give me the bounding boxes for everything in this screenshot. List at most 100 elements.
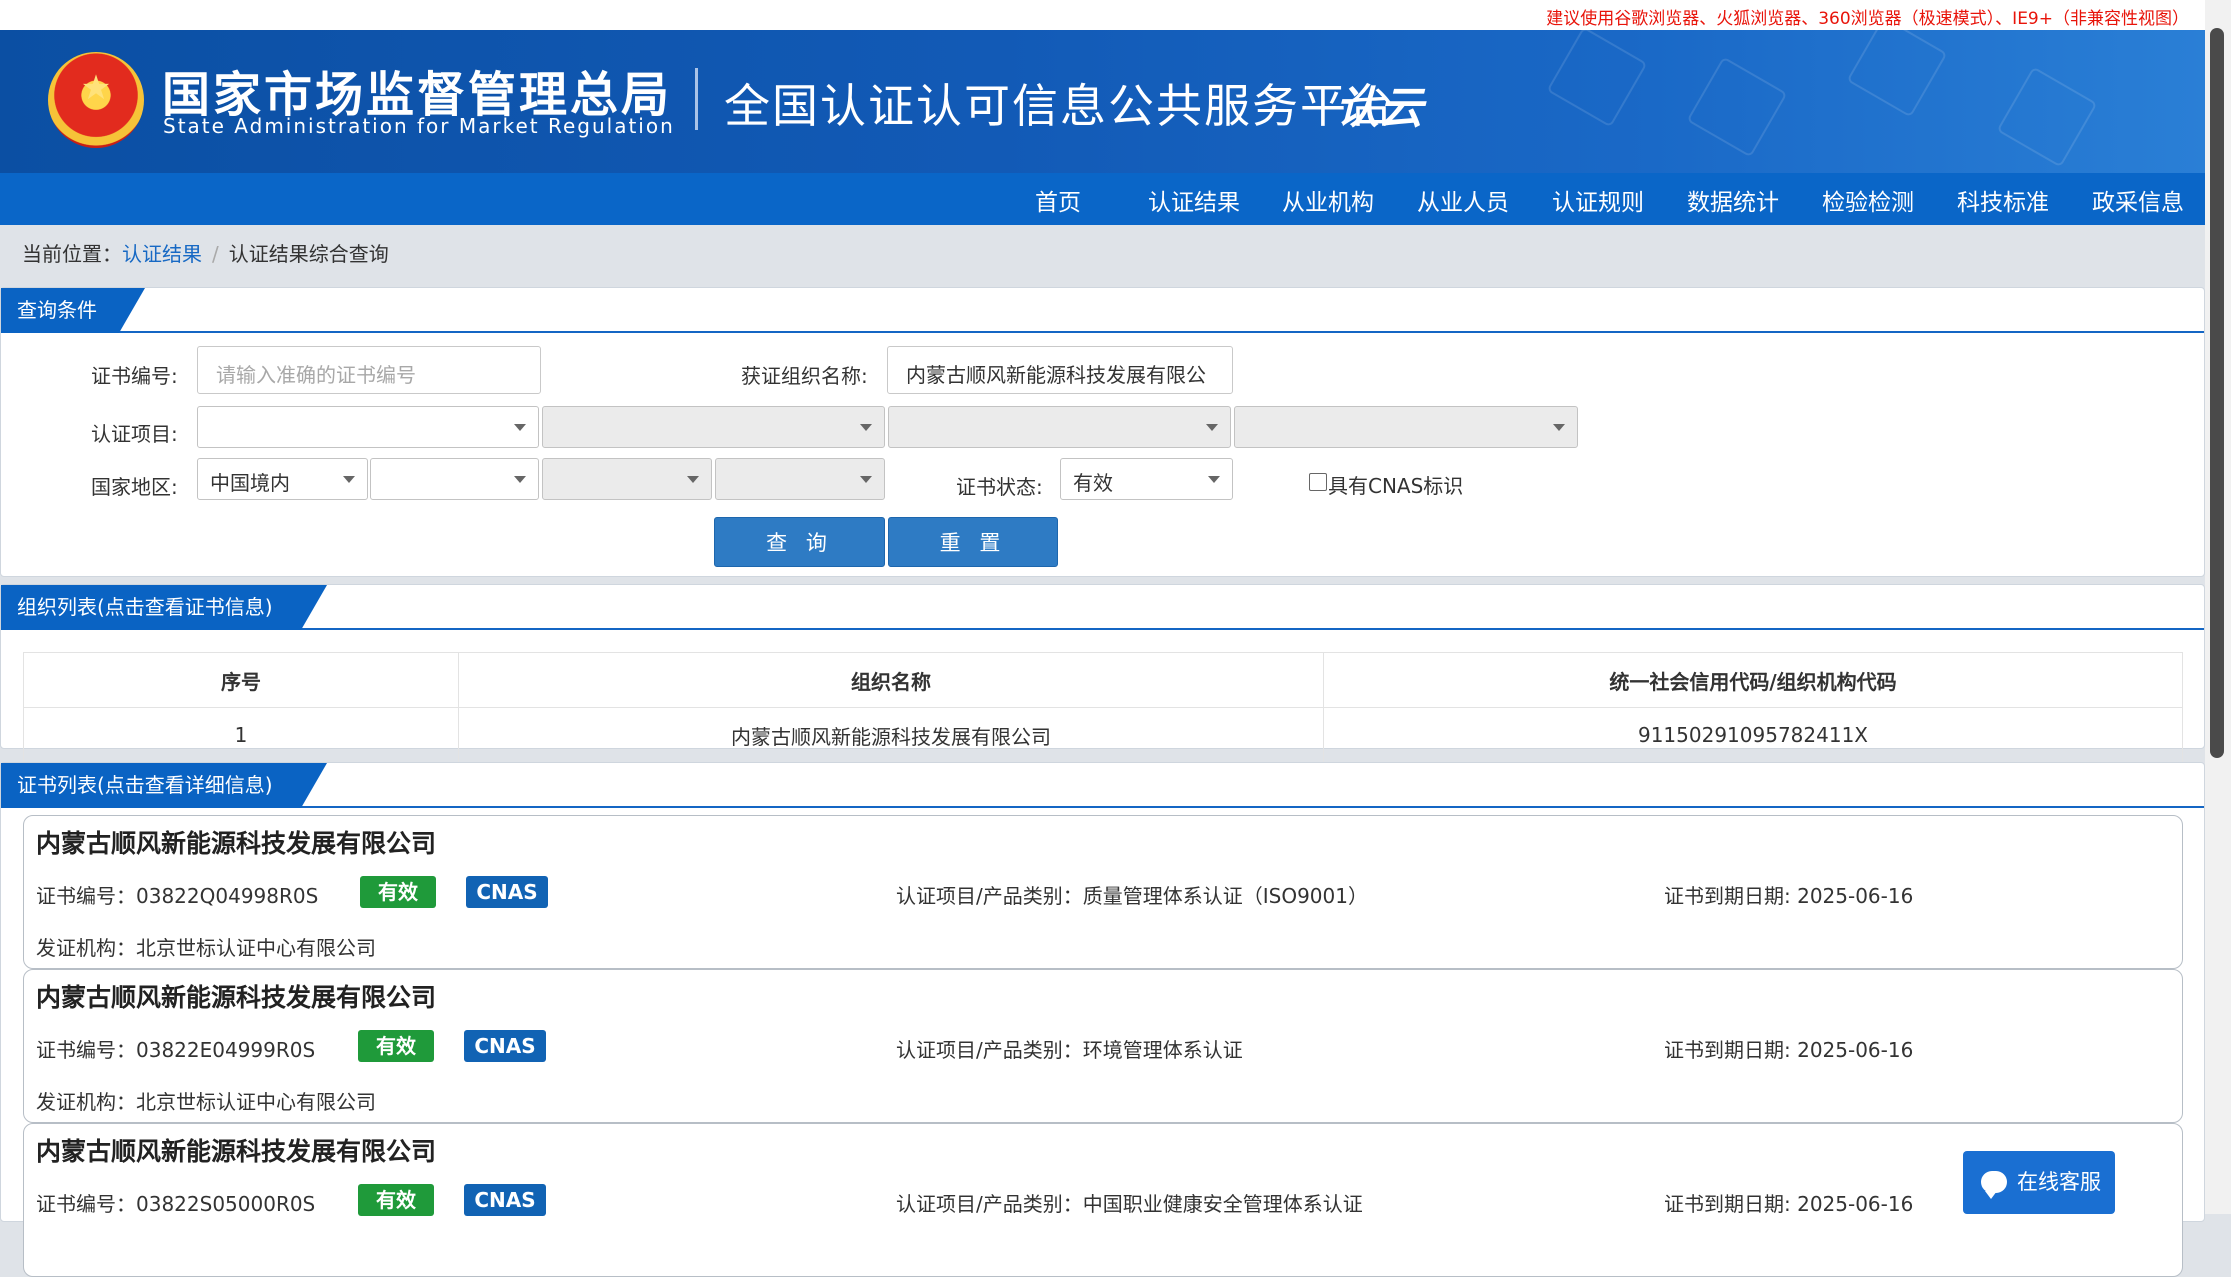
cert-list-header: 证书列表(点击查看详细信息) xyxy=(1,763,2204,808)
chevron-down-icon xyxy=(514,424,526,431)
status-badge: 有效 xyxy=(360,876,436,908)
row-credit-code: 91150291095782411X xyxy=(1323,707,2183,763)
chevron-down-icon xyxy=(1206,424,1218,431)
query-panel: 查询条件 证书编号: 请输入准确的证书编号 获证组织名称: 内蒙古顺风新能源科技… xyxy=(0,287,2205,577)
col-index: 序号 xyxy=(23,652,459,708)
site-header: ★ 国家市场监督管理总局 State Administration for Ma… xyxy=(0,30,2205,173)
project-select-4[interactable] xyxy=(1234,406,1578,448)
search-button[interactable]: 查 询 xyxy=(714,517,885,567)
region-select-district[interactable] xyxy=(715,458,885,500)
cert-card[interactable]: 内蒙古顺风新能源科技发展有限公司 证书编号：03822Q04998R0S 有效 … xyxy=(23,815,2183,969)
renyun-logo: 认云 xyxy=(1335,83,1423,134)
breadcrumb-link[interactable]: 认证结果 xyxy=(122,242,202,266)
col-org-name: 组织名称 xyxy=(458,652,1324,708)
cert-issuer: 发证机构：北京世标认证中心有限公司 xyxy=(36,936,376,960)
header-divider xyxy=(695,68,698,130)
status-select[interactable]: 有效 xyxy=(1060,458,1233,500)
nav-procurement[interactable]: 政采信息 xyxy=(2092,183,2184,217)
col-credit-code: 统一社会信用代码/组织机构代码 xyxy=(1323,652,2183,708)
row-org-name[interactable]: 内蒙古顺风新能源科技发展有限公司 xyxy=(458,707,1324,763)
breadcrumb: 当前位置：认证结果 / 认证结果综合查询 xyxy=(22,238,389,267)
chat-bubble-icon xyxy=(1981,1171,2007,1199)
nav-cert-results[interactable]: 认证结果 xyxy=(1148,183,1240,217)
region-select-city[interactable] xyxy=(542,458,712,500)
query-panel-title: 查询条件 xyxy=(1,288,145,333)
status-badge: 有效 xyxy=(358,1030,434,1062)
org-list-header: 组织列表(点击查看证书信息) xyxy=(1,585,2204,630)
cert-number: 证书编号：03822E04999R0S xyxy=(36,1038,316,1062)
row-index: 1 xyxy=(23,707,459,763)
cert-list-title: 证书列表(点击查看详细信息) xyxy=(1,763,327,808)
browser-notice-bar: 建议使用谷歌浏览器、火狐浏览器、360浏览器（极速模式）、IE9+（非兼容性视图… xyxy=(0,0,2205,30)
decor-hex xyxy=(1546,30,1648,128)
breadcrumb-prefix: 当前位置： xyxy=(22,242,122,266)
breadcrumb-current: 认证结果综合查询 xyxy=(228,242,389,266)
cert-no-input[interactable]: 请输入准确的证书编号 xyxy=(197,346,541,394)
browser-notice-text: 建议使用谷歌浏览器、火狐浏览器、360浏览器（极速模式）、IE9+（非兼容性视图… xyxy=(1546,9,2189,29)
nav-inspection[interactable]: 检验检测 xyxy=(1822,183,1914,217)
main-nav: 首页 认证结果 从业机构 从业人员 认证规则 数据统计 检验检测 科技标准 政采… xyxy=(0,173,2205,225)
decor-hex xyxy=(1686,56,1788,158)
cert-card[interactable]: 内蒙古顺风新能源科技发展有限公司 证书编号：03822E04999R0S 有效 … xyxy=(23,969,2183,1123)
online-service-label: 在线客服 xyxy=(2017,1170,2101,1194)
cert-project: 认证项目/产品类别：质量管理体系认证（ISO9001） xyxy=(896,884,1368,908)
chevron-down-icon xyxy=(514,476,526,483)
nav-home[interactable]: 首页 xyxy=(1035,183,1081,217)
breadcrumb-separator: / xyxy=(212,242,219,266)
cert-expiry: 证书到期日期: 2025-06-16 xyxy=(1664,1038,1914,1062)
chevron-down-icon xyxy=(1208,476,1220,483)
cnas-checkbox-label[interactable]: 具有CNAS标识 xyxy=(1328,470,1463,499)
nav-institutions[interactable]: 从业机构 xyxy=(1282,183,1374,217)
cert-card[interactable]: 内蒙古顺风新能源科技发展有限公司 证书编号：03822S05000R0S 有效 … xyxy=(23,1123,2183,1277)
status-label: 证书状态: xyxy=(956,475,1043,499)
decor-hex xyxy=(1996,66,2098,168)
org-name-input[interactable]: 内蒙古顺风新能源科技发展有限公 xyxy=(887,346,1233,394)
region-select-value: 中国境内 xyxy=(210,471,290,495)
org-name-label: 获证组织名称: xyxy=(741,364,868,388)
table-row[interactable]: 1 内蒙古顺风新能源科技发展有限公司 91150291095782411X xyxy=(23,707,2183,763)
cert-issuer: 发证机构：北京世标认证中心有限公司 xyxy=(36,1090,376,1114)
cnas-checkbox[interactable] xyxy=(1309,473,1327,491)
scrollbar-thumb[interactable] xyxy=(2210,28,2224,758)
org-table-header-row: 序号 组织名称 统一社会信用代码/组织机构代码 xyxy=(23,652,2183,708)
org-list-panel: 组织列表(点击查看证书信息) 序号 组织名称 统一社会信用代码/组织机构代码 1… xyxy=(0,584,2205,763)
national-emblem-icon: ★ xyxy=(48,52,144,148)
project-select-3[interactable] xyxy=(888,406,1231,448)
project-select-1[interactable] xyxy=(197,406,539,448)
project-select-2[interactable] xyxy=(542,406,885,448)
chevron-down-icon xyxy=(1553,424,1565,431)
cert-org-name: 内蒙古顺风新能源科技发展有限公司 xyxy=(36,983,437,1012)
cnas-badge: CNAS xyxy=(466,876,548,908)
cert-org-name: 内蒙古顺风新能源科技发展有限公司 xyxy=(36,1137,437,1166)
org-table: 序号 组织名称 统一社会信用代码/组织机构代码 1 内蒙古顺风新能源科技发展有限… xyxy=(23,652,2183,763)
cert-expiry: 证书到期日期: 2025-06-16 xyxy=(1664,1192,1914,1216)
cert-number: 证书编号：03822S05000R0S xyxy=(36,1192,316,1216)
platform-title: 全国认证认可信息公共服务平台 xyxy=(724,79,1396,133)
chevron-down-icon xyxy=(343,476,355,483)
nav-statistics[interactable]: 数据统计 xyxy=(1687,183,1779,217)
region-select-country[interactable]: 中国境内 xyxy=(197,458,368,500)
nav-practitioners[interactable]: 从业人员 xyxy=(1417,183,1509,217)
reset-button[interactable]: 重 置 xyxy=(888,517,1058,567)
online-service-button[interactable]: 在线客服 xyxy=(1963,1151,2115,1214)
cert-expiry: 证书到期日期: 2025-06-16 xyxy=(1664,884,1914,908)
decor-hex xyxy=(1846,30,1948,118)
chevron-down-icon xyxy=(687,476,699,483)
project-label: 认证项目: xyxy=(91,422,178,446)
region-label: 国家地区: xyxy=(91,475,178,499)
cert-project: 认证项目/产品类别：中国职业健康安全管理体系认证 xyxy=(896,1192,1363,1216)
org-name-en: State Administration for Market Regulati… xyxy=(163,114,675,138)
region-select-province[interactable] xyxy=(370,458,539,500)
chevron-down-icon xyxy=(860,476,872,483)
nav-standards[interactable]: 科技标准 xyxy=(1957,183,2049,217)
org-list-title: 组织列表(点击查看证书信息) xyxy=(1,585,327,630)
query-panel-header: 查询条件 xyxy=(1,288,2204,333)
nav-cert-rules[interactable]: 认证规则 xyxy=(1552,183,1644,217)
cert-project: 认证项目/产品类别：环境管理体系认证 xyxy=(896,1038,1243,1062)
cert-no-label: 证书编号: xyxy=(91,364,178,388)
cnas-badge: CNAS xyxy=(464,1030,546,1062)
cert-number: 证书编号：03822Q04998R0S xyxy=(36,884,319,908)
cert-org-name: 内蒙古顺风新能源科技发展有限公司 xyxy=(36,829,437,858)
status-select-value: 有效 xyxy=(1073,471,1113,495)
chevron-down-icon xyxy=(860,424,872,431)
